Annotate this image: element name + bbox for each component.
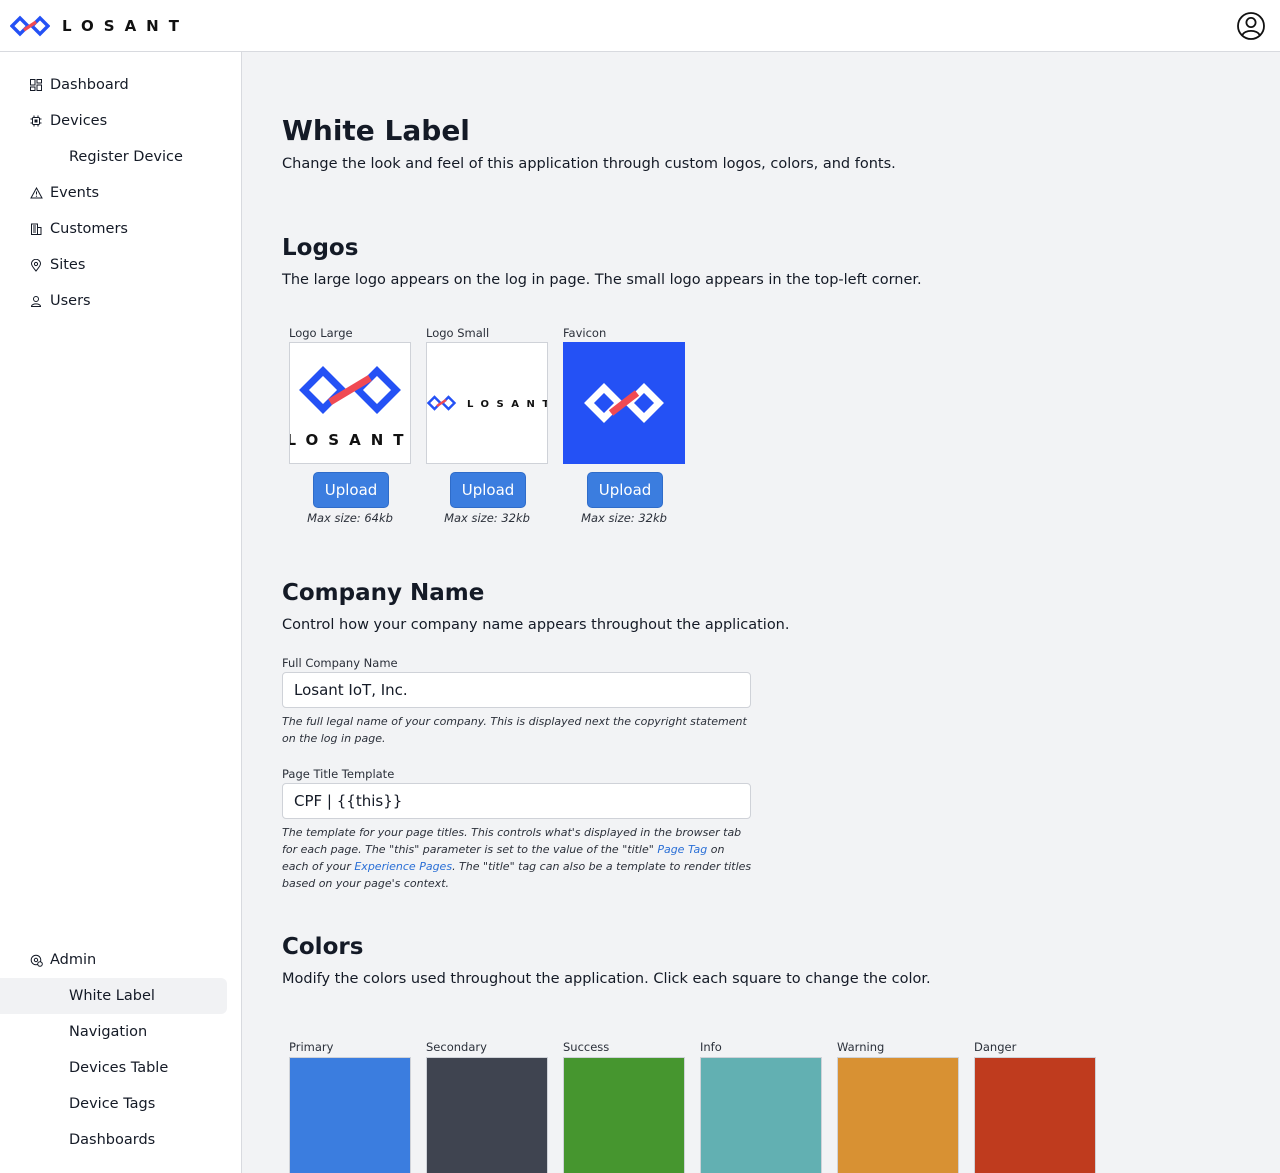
info-color-swatch[interactable] bbox=[700, 1057, 822, 1173]
sidebar-item-dashboard[interactable]: Dashboard bbox=[0, 67, 227, 103]
sidebar-item-label: Register Device bbox=[69, 149, 183, 165]
logos-description: The large logo appears on the log in pag… bbox=[282, 272, 922, 288]
sidebar-item-label: Dashboards bbox=[69, 1132, 156, 1148]
page-title: White Label bbox=[282, 114, 470, 147]
losant-small-logo-icon: LOSANT bbox=[426, 395, 549, 411]
sidebar-item-admin[interactable]: Admin bbox=[0, 942, 227, 978]
sidebar-item-events[interactable]: Events bbox=[0, 175, 227, 211]
success-color-label: Success bbox=[563, 1040, 610, 1054]
losant-mark-icon bbox=[10, 15, 50, 37]
sidebar-item-label: Device Tags bbox=[69, 1096, 156, 1112]
brand-logo[interactable]: LOSANT bbox=[10, 14, 189, 38]
upload-favicon-button[interactable]: Upload bbox=[587, 472, 663, 508]
favicon-max-size: Max size: 32kb bbox=[581, 511, 667, 525]
upload-logo-large-button[interactable]: Upload bbox=[313, 472, 389, 508]
primary-color-swatch[interactable] bbox=[289, 1057, 411, 1173]
losant-favicon-icon bbox=[584, 383, 664, 423]
sidebar-item-label: Navigation bbox=[69, 1024, 148, 1040]
sidebar-item-device-tags[interactable]: Device Tags bbox=[0, 1086, 227, 1122]
colors-description: Modify the colors used throughout the ap… bbox=[282, 971, 931, 987]
logo-large-max-size: Max size: 64kb bbox=[307, 511, 393, 525]
full-company-name-label: Full Company Name bbox=[282, 656, 398, 670]
experience-pages-link[interactable]: Experience Pages bbox=[354, 860, 452, 873]
success-color-swatch[interactable] bbox=[563, 1057, 685, 1173]
danger-color-swatch[interactable] bbox=[974, 1057, 1096, 1173]
building-icon bbox=[29, 222, 43, 236]
page-subtitle: Change the look and feel of this applica… bbox=[282, 156, 896, 172]
sidebar-item-label: Dashboard bbox=[50, 77, 129, 93]
page-tag-link[interactable]: Page Tag bbox=[657, 843, 707, 856]
upload-logo-small-button[interactable]: Upload bbox=[450, 472, 526, 508]
location-pin-icon bbox=[29, 258, 43, 272]
warning-color-swatch[interactable] bbox=[837, 1057, 959, 1173]
info-color-label: Info bbox=[700, 1040, 722, 1054]
danger-color-label: Danger bbox=[974, 1040, 1017, 1054]
warning-color-label: Warning bbox=[837, 1040, 885, 1054]
sidebar-item-dashboards[interactable]: Dashboards bbox=[0, 1122, 227, 1158]
company-description: Control how your company name appears th… bbox=[282, 617, 790, 633]
sidebar: Dashboard Devices Register Device Events… bbox=[0, 52, 242, 1173]
page-title-template-input[interactable]: CPF | {{this}} bbox=[282, 783, 751, 819]
colors-heading: Colors bbox=[282, 934, 364, 960]
sidebar-item-label: Sites bbox=[50, 257, 86, 273]
help-text: . The "title" tag can also be a template… bbox=[282, 860, 752, 890]
primary-color-label: Primary bbox=[289, 1040, 334, 1054]
warning-icon bbox=[29, 186, 43, 200]
sidebar-item-label: Admin bbox=[50, 952, 97, 968]
logo-large-label: Logo Large bbox=[289, 326, 353, 340]
admin-gear-icon bbox=[29, 953, 43, 967]
logos-heading: Logos bbox=[282, 235, 359, 261]
page-title-template-help: The template for your page titles. This … bbox=[282, 824, 754, 892]
sidebar-item-customers[interactable]: Customers bbox=[0, 211, 227, 247]
logo-small-text: LOSANT bbox=[467, 399, 547, 410]
logo-small-preview[interactable]: LOSANT bbox=[426, 342, 549, 464]
favicon-label: Favicon bbox=[563, 326, 607, 340]
company-heading: Company Name bbox=[282, 580, 485, 606]
sidebar-item-navigation[interactable]: Navigation bbox=[0, 1014, 227, 1050]
user-icon bbox=[29, 294, 43, 308]
brand-name: LOSANT bbox=[62, 17, 189, 35]
full-company-name-input[interactable]: Losant IoT, Inc. bbox=[282, 672, 751, 708]
secondary-color-label: Secondary bbox=[426, 1040, 487, 1054]
top-bar: LOSANT bbox=[0, 0, 1280, 52]
losant-large-logo-icon: LOSANT bbox=[287, 366, 410, 449]
sidebar-item-label: Events bbox=[50, 185, 100, 201]
logo-small-label: Logo Small bbox=[426, 326, 490, 340]
sidebar-item-white-label[interactable]: White Label bbox=[0, 978, 227, 1014]
sidebar-item-devices-table[interactable]: Devices Table bbox=[0, 1050, 227, 1086]
page-title-template-label: Page Title Template bbox=[282, 767, 395, 781]
device-icon bbox=[29, 114, 43, 128]
sidebar-item-users[interactable]: Users bbox=[0, 283, 227, 319]
sidebar-item-devices[interactable]: Devices bbox=[0, 103, 227, 139]
sidebar-item-label: Devices bbox=[50, 113, 108, 129]
sidebar-item-label: Customers bbox=[50, 221, 128, 237]
sidebar-item-label: Users bbox=[50, 293, 91, 309]
sidebar-item-label: Devices Table bbox=[69, 1060, 169, 1076]
sidebar-item-label: White Label bbox=[69, 988, 155, 1004]
logo-small-max-size: Max size: 32kb bbox=[444, 511, 530, 525]
logo-large-text: LOSANT bbox=[290, 431, 410, 449]
full-company-name-help: The full legal name of your company. Thi… bbox=[282, 715, 747, 745]
sidebar-item-register-device[interactable]: Register Device bbox=[0, 139, 227, 175]
favicon-preview[interactable] bbox=[563, 342, 685, 464]
sidebar-item-sites[interactable]: Sites bbox=[0, 247, 227, 283]
user-avatar-icon[interactable] bbox=[1236, 11, 1266, 41]
dashboard-icon bbox=[29, 78, 43, 92]
secondary-color-swatch[interactable] bbox=[426, 1057, 548, 1173]
main-content: White Label Change the look and feel of … bbox=[243, 52, 1280, 1173]
logo-large-preview[interactable]: LOSANT bbox=[287, 342, 411, 464]
